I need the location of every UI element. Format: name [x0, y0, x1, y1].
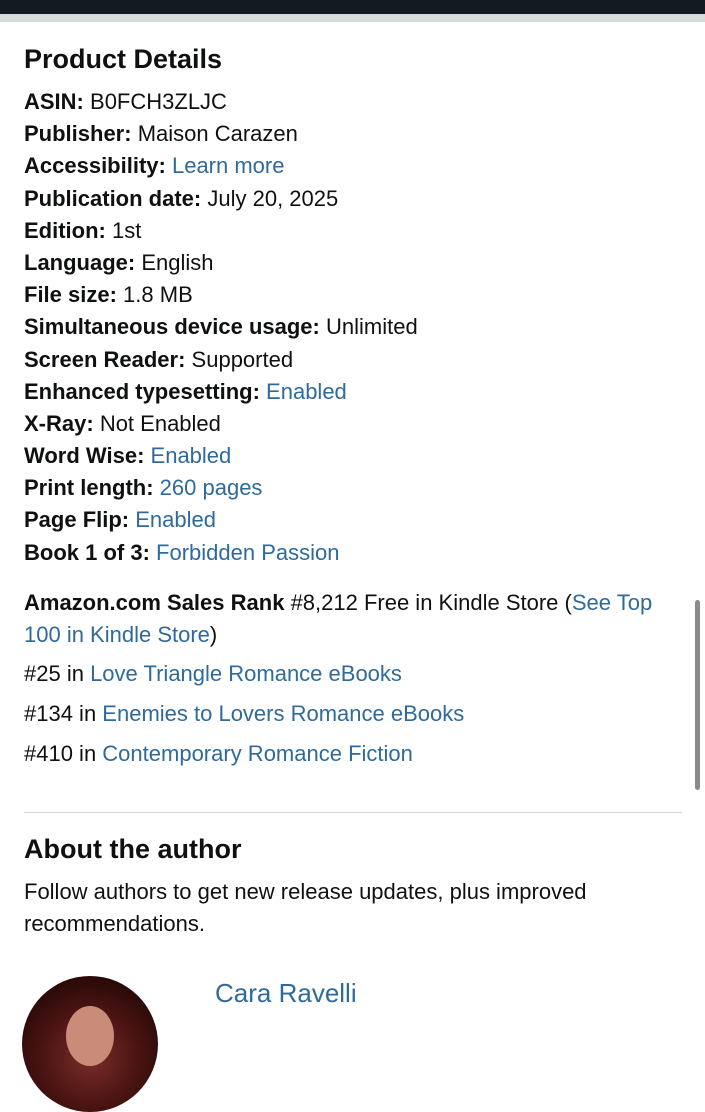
category-link[interactable]: Love Triangle Romance eBooks: [90, 661, 402, 686]
category-rank: #25 in: [24, 661, 91, 686]
detail-label: Enhanced typesetting:: [24, 378, 260, 404]
author-name-link[interactable]: Cara Ravelli: [215, 978, 357, 1009]
sales-rank-label: Amazon.com Sales Rank: [24, 590, 285, 615]
section-divider: [24, 812, 682, 813]
detail-label: Book 1 of 3:: [24, 539, 150, 565]
detail-row: Book 1 of 3: Forbidden Passion: [24, 537, 684, 569]
detail-label: Word Wise:: [24, 443, 145, 469]
scrollbar[interactable]: [695, 600, 700, 790]
about-author-description: Follow authors to get new release update…: [24, 879, 587, 936]
sales-rank-categories: #25 in Love Triangle Romance eBooks #134 …: [24, 654, 684, 774]
category-link[interactable]: Enemies to Lovers Romance eBooks: [102, 701, 464, 726]
detail-label: ASIN:: [24, 89, 84, 114]
sales-rank-category: #410 in Contemporary Romance Fiction: [24, 734, 684, 774]
detail-row: Simultaneous device usage: Unlimited: [24, 311, 684, 343]
detail-value-link[interactable]: Enabled: [266, 379, 347, 404]
detail-label: Language:: [24, 249, 136, 275]
product-details-list: ASIN: B0FCH3ZLJC Publisher: Maison Caraze…: [24, 86, 684, 569]
detail-value-link[interactable]: Enabled: [151, 443, 232, 468]
detail-value: Maison Carazen: [137, 121, 298, 147]
detail-label: X-Ray:: [24, 410, 94, 436]
detail-label: Publisher:: [24, 121, 132, 147]
detail-value: B0FCH3ZLJC: [90, 89, 227, 114]
detail-row: ASIN: B0FCH3ZLJC: [24, 86, 684, 118]
top-divider-strip: [0, 14, 705, 22]
detail-row: Enhanced typesetting: Enabled: [24, 376, 684, 408]
category-link[interactable]: Contemporary Romance Fiction: [102, 741, 413, 766]
sales-rank-section: Amazon.com Sales Rank #8,212 Free in Kin…: [24, 587, 684, 774]
detail-row: Edition: 1st: [24, 215, 684, 247]
detail-value-link[interactable]: 260 pages: [160, 475, 263, 500]
top-navigation-bar: [0, 0, 705, 14]
detail-label: Page Flip:: [24, 507, 130, 533]
author-photo-face: [66, 1006, 114, 1066]
detail-label: Accessibility:: [24, 153, 166, 179]
detail-row: Print length: 260 pages: [24, 472, 684, 504]
detail-row: Word Wise: Enabled: [24, 440, 684, 472]
detail-value: Unlimited: [326, 314, 418, 340]
category-rank: #410 in: [24, 741, 103, 766]
detail-value: July 20, 2025: [207, 185, 339, 211]
sales-rank-close: ): [209, 622, 218, 647]
detail-label: Publication date:: [24, 185, 202, 211]
detail-row: Accessibility: Learn more: [24, 150, 684, 182]
detail-row: Language: English: [24, 247, 684, 279]
detail-value: 1.8 MB: [123, 282, 193, 308]
detail-label: Screen Reader:: [24, 346, 186, 372]
detail-row: File size: 1.8 MB: [24, 279, 684, 311]
detail-row: X-Ray: Not Enabled: [24, 408, 684, 440]
author-avatar[interactable]: [22, 976, 158, 1112]
about-author-title: About the author: [24, 834, 242, 864]
detail-label: Edition:: [24, 217, 106, 243]
detail-value-link[interactable]: Enabled: [135, 507, 216, 532]
detail-row: Publisher: Maison Carazen: [24, 118, 684, 150]
sales-rank-main: Amazon.com Sales Rank #8,212 Free in Kin…: [24, 587, 684, 651]
detail-row: Screen Reader: Supported: [24, 344, 684, 376]
detail-row: Page Flip: Enabled: [24, 504, 684, 536]
detail-value: Not Enabled: [99, 410, 221, 436]
detail-label: Simultaneous device usage:: [24, 314, 320, 340]
detail-value-link[interactable]: Learn more: [172, 153, 285, 178]
detail-row: Publication date: July 20, 2025: [24, 183, 684, 215]
detail-value-link[interactable]: Forbidden Passion: [156, 540, 339, 565]
sales-rank-category: #25 in Love Triangle Romance eBooks: [24, 654, 684, 694]
detail-label: Print length:: [24, 475, 154, 501]
detail-value: Supported: [191, 346, 294, 372]
product-details-title: Product Details: [24, 44, 223, 74]
detail-value: 1st: [112, 217, 142, 243]
sales-rank-value: #8,212 Free in Kindle Store (: [290, 590, 572, 615]
category-rank: #134 in: [24, 701, 103, 726]
detail-value: English: [141, 249, 214, 275]
sales-rank-category: #134 in Enemies to Lovers Romance eBooks: [24, 694, 684, 734]
detail-label: File size:: [24, 282, 117, 308]
